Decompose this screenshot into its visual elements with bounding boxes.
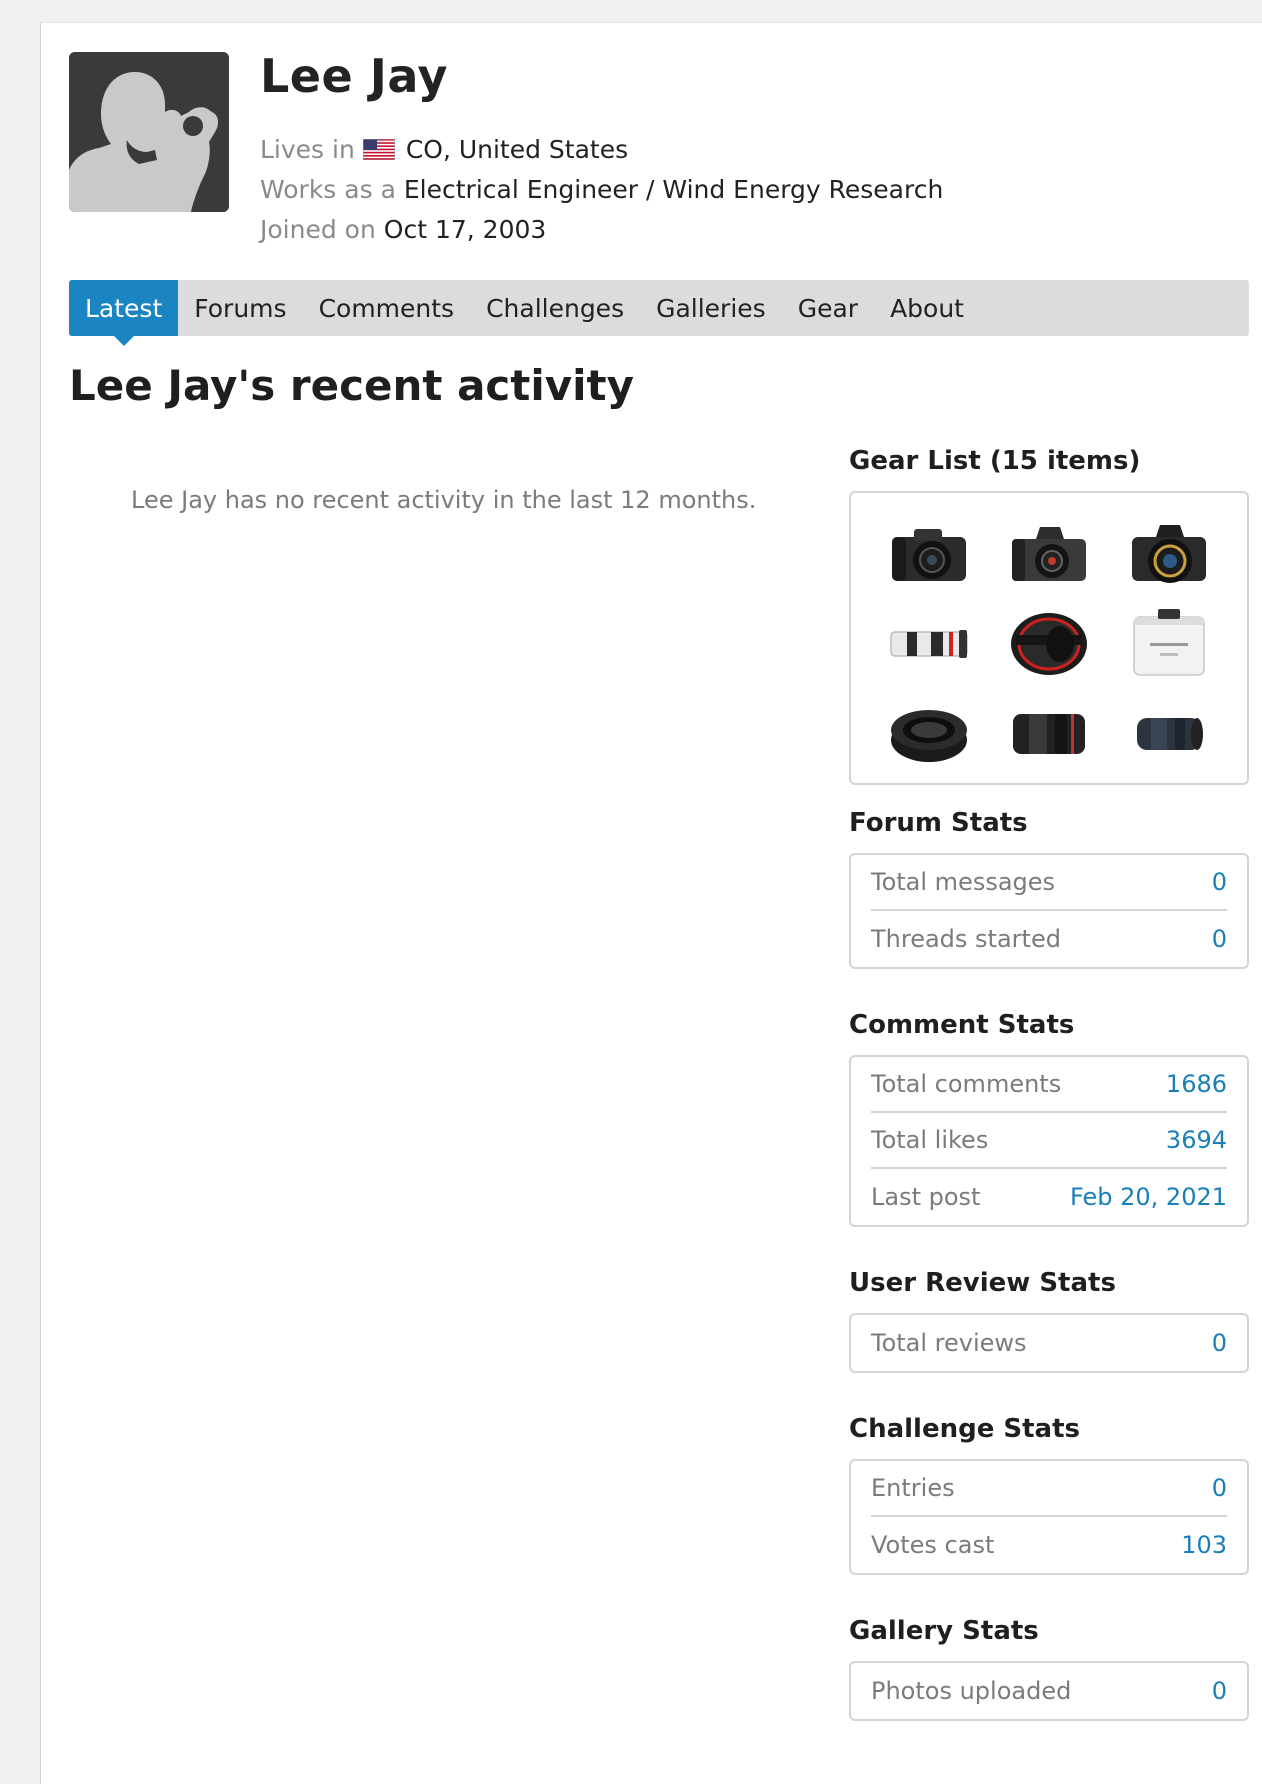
camera-icon xyxy=(1012,527,1086,581)
zoom-lens-icon xyxy=(1013,714,1085,754)
stat-label-total-messages: Total messages xyxy=(871,868,1056,896)
gallery-stats-box: Photos uploaded 0 xyxy=(849,1661,1249,1721)
gallery-stats-heading: Gallery Stats xyxy=(849,1616,1039,1646)
wide-lens-icon xyxy=(1011,613,1087,675)
gear-item-teleconverter[interactable] xyxy=(1109,599,1229,689)
gear-item-camera-3[interactable] xyxy=(1109,509,1229,599)
stat-row: Total reviews 0 xyxy=(871,1315,1227,1371)
gear-item-camera-2[interactable] xyxy=(989,509,1109,599)
stat-label-total-comments: Total comments xyxy=(871,1070,1062,1098)
stat-value-photos-uploaded[interactable]: 0 xyxy=(1212,1677,1227,1705)
occupation-value: Electrical Engineer / Wind Energy Resear… xyxy=(403,175,944,204)
stat-label-threads-started: Threads started xyxy=(871,925,1061,953)
tab-comments[interactable]: Comments xyxy=(303,280,471,336)
stat-value-total-likes[interactable]: 3694 xyxy=(1166,1126,1227,1154)
comment-stats-box: Total comments 1686 Total likes 3694 Las… xyxy=(849,1055,1249,1227)
gear-list-heading[interactable]: Gear List (15 items) xyxy=(849,446,1140,476)
tab-latest[interactable]: Latest xyxy=(69,280,179,346)
location-value: CO, United States xyxy=(405,135,629,164)
forum-stats-box: Total messages 0 Threads started 0 xyxy=(849,853,1249,969)
stat-value-last-post[interactable]: Feb 20, 2021 xyxy=(1070,1183,1227,1211)
lives-in-label: Lives in xyxy=(260,135,355,164)
us-flag-icon xyxy=(362,139,395,160)
empty-activity-message: Lee Jay has no recent activity in the la… xyxy=(131,486,757,514)
joined-label: Joined on xyxy=(260,215,376,244)
gear-list-box xyxy=(849,491,1249,785)
joined-date: Oct 17, 2003 xyxy=(383,215,547,244)
gear-item-lens-4[interactable] xyxy=(1109,689,1229,779)
location-line: Lives in CO, United States xyxy=(260,135,628,164)
stat-value-threads-started[interactable]: 0 xyxy=(1212,925,1227,953)
tab-gear[interactable]: Gear xyxy=(782,280,874,336)
tab-challenges[interactable]: Challenges xyxy=(470,280,640,336)
stat-label-entries: Entries xyxy=(871,1474,955,1502)
teleconverter-icon xyxy=(1133,609,1205,676)
stat-row: Votes cast 103 xyxy=(871,1517,1227,1573)
works-as-label: Works as a xyxy=(260,175,396,204)
tab-galleries[interactable]: Galleries xyxy=(640,280,782,336)
comment-stats-heading: Comment Stats xyxy=(849,1010,1075,1040)
forum-stats-heading: Forum Stats xyxy=(849,808,1028,838)
profile-tab-bar: Latest Forums Comments Challenges Galler… xyxy=(69,280,1249,346)
stat-value-votes-cast[interactable]: 103 xyxy=(1181,1531,1227,1559)
photographer-silhouette-icon xyxy=(69,52,229,212)
profile-page: Lee Jay Lives in CO, United States Works… xyxy=(40,22,1262,1784)
stat-row: Entries 0 xyxy=(871,1461,1227,1517)
stat-row: Total messages 0 xyxy=(871,855,1227,911)
camera-icon xyxy=(1132,525,1206,583)
stat-row: Threads started 0 xyxy=(871,911,1227,967)
tab-forums[interactable]: Forums xyxy=(178,280,302,336)
gear-item-lens-3[interactable] xyxy=(989,689,1109,779)
review-stats-heading: User Review Stats xyxy=(849,1268,1116,1298)
stat-label-votes-cast: Votes cast xyxy=(871,1531,995,1559)
occupation-line: Works as a Electrical Engineer / Wind En… xyxy=(260,175,943,204)
page-title: Lee Jay's recent activity xyxy=(69,361,635,410)
camera-icon xyxy=(892,529,966,581)
tab-about[interactable]: About xyxy=(874,280,980,336)
stat-label-photos-uploaded: Photos uploaded xyxy=(871,1677,1072,1705)
stat-value-total-reviews[interactable]: 0 xyxy=(1212,1329,1227,1357)
stat-row: Total likes 3694 xyxy=(871,1113,1227,1169)
stat-row: Total comments 1686 xyxy=(871,1057,1227,1113)
stat-label-last-post: Last post xyxy=(871,1183,981,1211)
gear-item-lens-2[interactable] xyxy=(989,599,1109,689)
joined-line: Joined on Oct 17, 2003 xyxy=(260,215,546,244)
extension-tube-icon xyxy=(891,710,967,762)
telephoto-lens-icon xyxy=(890,630,968,658)
gear-item-adapter[interactable] xyxy=(869,689,989,779)
gear-item-lens-1[interactable] xyxy=(869,599,989,689)
stat-value-entries[interactable]: 0 xyxy=(1212,1474,1227,1502)
stat-row: Last post Feb 20, 2021 xyxy=(871,1169,1227,1225)
profile-name: Lee Jay xyxy=(260,49,448,103)
stat-row: Photos uploaded 0 xyxy=(871,1663,1227,1719)
gear-item-camera-1[interactable] xyxy=(869,509,989,599)
stat-label-total-likes: Total likes xyxy=(871,1126,989,1154)
challenge-stats-heading: Challenge Stats xyxy=(849,1414,1081,1444)
review-stats-box: Total reviews 0 xyxy=(849,1313,1249,1373)
avatar[interactable] xyxy=(69,52,229,212)
zoom-lens-icon xyxy=(1137,718,1203,750)
stat-value-total-messages[interactable]: 0 xyxy=(1212,868,1227,896)
stat-value-total-comments[interactable]: 1686 xyxy=(1166,1070,1227,1098)
stat-label-total-reviews: Total reviews xyxy=(871,1329,1027,1357)
challenge-stats-box: Entries 0 Votes cast 103 xyxy=(849,1459,1249,1575)
